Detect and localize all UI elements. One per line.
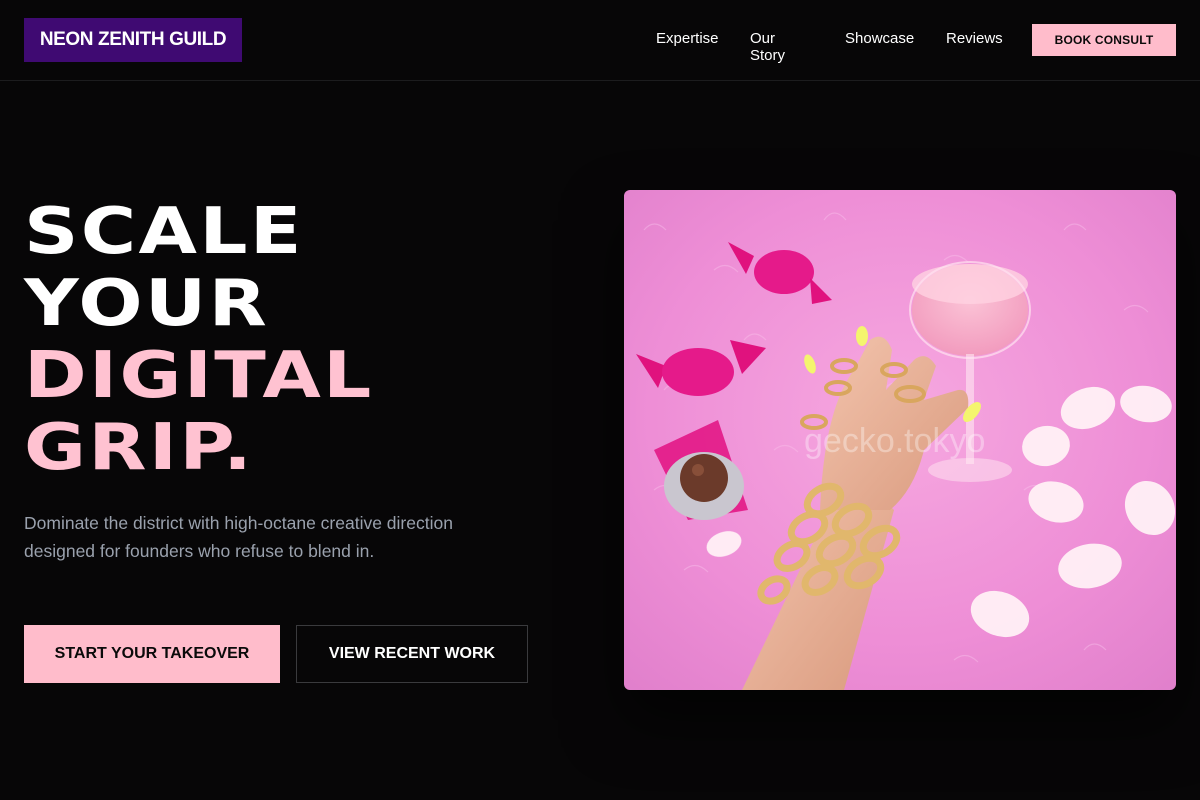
headline-line-1: SCALE: [24, 195, 304, 269]
headline-line-4: GRIP.: [24, 411, 255, 485]
hero-image: gecko.tokyo: [624, 190, 1176, 690]
site-header: NEON ZENITH GUILD Expertise Our Story Sh…: [0, 0, 1200, 81]
headline-line-2: YOUR: [24, 267, 270, 341]
landing-page: NEON ZENITH GUILD Expertise Our Story Sh…: [0, 0, 1200, 800]
nav-link-our-story[interactable]: Our Story: [750, 30, 785, 64]
image-watermark: gecko.tokyo: [804, 422, 985, 460]
nav-link-expertise[interactable]: Expertise: [656, 30, 719, 47]
brand-logo[interactable]: NEON ZENITH GUILD: [24, 18, 242, 62]
start-takeover-button[interactable]: START YOUR TAKEOVER: [24, 625, 280, 683]
headline-line-3: DIGITAL: [24, 339, 374, 413]
book-consult-button[interactable]: BOOK CONSULT: [1032, 24, 1176, 56]
nav-link-reviews[interactable]: Reviews: [946, 30, 1003, 47]
hero-subtext: Dominate the district with high-octane c…: [24, 513, 453, 561]
hero-headline: SCALE YOUR DIGITAL GRIP.: [24, 196, 638, 484]
nav-link-showcase[interactable]: Showcase: [845, 30, 914, 47]
hero-photo-illustration: gecko.tokyo: [624, 190, 1176, 690]
view-recent-work-button[interactable]: VIEW RECENT WORK: [296, 625, 528, 683]
